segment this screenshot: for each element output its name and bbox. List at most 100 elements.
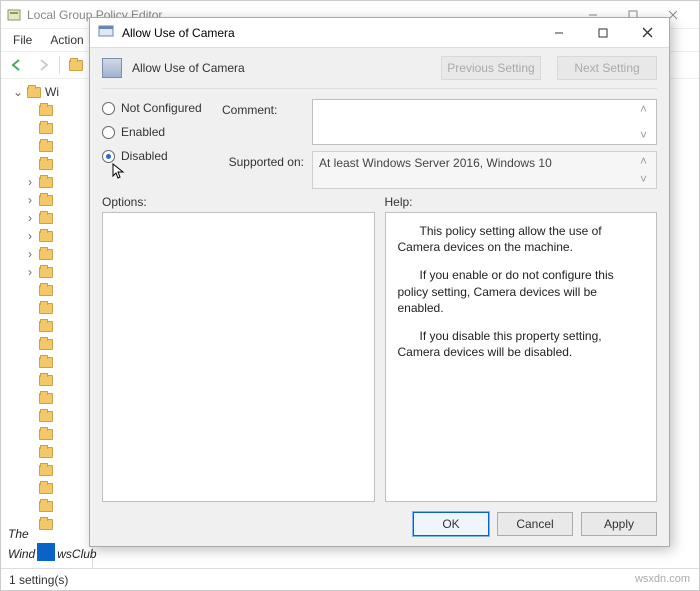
tree-node[interactable] xyxy=(1,443,92,461)
expand-icon[interactable]: › xyxy=(25,211,35,225)
watermark-thewindowsclub: The WindwsClub xyxy=(8,528,97,561)
expand-icon[interactable]: › xyxy=(25,265,35,279)
dialog-title-text: Allow Use of Camera xyxy=(122,26,235,40)
toolbar-folder-icon[interactable] xyxy=(66,55,86,75)
folder-icon xyxy=(39,159,53,170)
comment-textarea[interactable]: ˄˅ xyxy=(312,99,657,145)
tree-node[interactable]: › xyxy=(1,263,92,281)
folder-icon xyxy=(39,303,53,314)
expand-icon[interactable]: › xyxy=(25,193,35,207)
help-paragraph: If you disable this property setting, Ca… xyxy=(398,328,645,360)
folder-icon xyxy=(27,87,41,98)
toolbar-forward-icon[interactable] xyxy=(33,55,53,75)
folder-icon xyxy=(39,393,53,404)
tree-node-root[interactable]: ⌄ Wi xyxy=(1,83,92,101)
toolbar-back-icon[interactable] xyxy=(7,55,27,75)
policy-name: Allow Use of Camera xyxy=(132,61,425,75)
tree-node[interactable] xyxy=(1,335,92,353)
dialog-titlebar[interactable]: Allow Use of Camera xyxy=(90,18,669,48)
dialog-minimize-button[interactable] xyxy=(537,19,581,47)
watermark-line2: WindwsClub xyxy=(8,540,97,561)
tree-node-label: Wi xyxy=(45,85,59,99)
scrollbar[interactable]: ˄˅ xyxy=(640,102,654,142)
folder-icon xyxy=(39,231,53,242)
dialog-header: Allow Use of Camera Previous Setting Nex… xyxy=(90,48,669,84)
help-paragraph: This policy setting allow the use of Cam… xyxy=(398,223,645,255)
policy-icon xyxy=(102,58,122,78)
tree-node[interactable]: › xyxy=(1,245,92,263)
apply-button[interactable]: Apply xyxy=(581,512,657,536)
expand-icon[interactable]: › xyxy=(25,229,35,243)
tree-node[interactable] xyxy=(1,119,92,137)
help-pane: Help: This policy setting allow the use … xyxy=(385,195,658,502)
supported-on-field: Supported on: At least Windows Server 20… xyxy=(222,151,657,189)
tree-node[interactable] xyxy=(1,389,92,407)
toolbar-separator xyxy=(59,56,60,74)
gpedit-statusbar: 1 setting(s) xyxy=(1,568,699,590)
menu-action[interactable]: Action xyxy=(42,31,91,49)
previous-setting-button[interactable]: Previous Setting xyxy=(441,56,541,80)
folder-icon xyxy=(39,411,53,422)
tree-node[interactable]: › xyxy=(1,227,92,245)
folder-icon xyxy=(39,267,53,278)
dialog-maximize-button[interactable] xyxy=(581,19,625,47)
tree-node[interactable]: › xyxy=(1,191,92,209)
supported-on-value: At least Windows Server 2016, Windows 10 xyxy=(319,156,552,170)
tree-node[interactable] xyxy=(1,317,92,335)
policy-dialog: Allow Use of Camera Allow Use of Camera … xyxy=(89,17,670,547)
folder-icon xyxy=(39,123,53,134)
tree-node[interactable] xyxy=(1,299,92,317)
supported-on-box: At least Windows Server 2016, Windows 10… xyxy=(312,151,657,189)
tree-node[interactable] xyxy=(1,425,92,443)
folder-icon xyxy=(39,105,53,116)
scrollbar[interactable]: ˄˅ xyxy=(640,154,654,186)
radio-group: Not Configured Enabled Disabled xyxy=(102,99,222,189)
radio-enabled[interactable]: Enabled xyxy=(102,125,222,139)
help-label: Help: xyxy=(385,195,658,209)
comment-label: Comment: xyxy=(222,99,304,145)
folder-icon xyxy=(39,249,53,260)
dialog-close-button[interactable] xyxy=(625,19,669,47)
cancel-button[interactable]: Cancel xyxy=(497,512,573,536)
tree-node[interactable] xyxy=(1,137,92,155)
dialog-config-area: Not Configured Enabled Disabled Comment:… xyxy=(90,93,669,189)
options-pane: Options: xyxy=(102,195,375,502)
tree-node[interactable] xyxy=(1,479,92,497)
options-box[interactable] xyxy=(102,212,375,502)
folder-icon xyxy=(39,213,53,224)
expand-icon[interactable]: › xyxy=(25,175,35,189)
folder-icon xyxy=(39,447,53,458)
tree-node[interactable] xyxy=(1,407,92,425)
dialog-footer: OK Cancel Apply xyxy=(90,502,669,546)
tree-node[interactable] xyxy=(1,155,92,173)
options-label: Options: xyxy=(102,195,375,209)
radio-label: Not Configured xyxy=(121,101,202,115)
dialog-panes: Options: Help: This policy setting allow… xyxy=(90,189,669,502)
tree-node[interactable] xyxy=(1,353,92,371)
mouse-cursor-icon xyxy=(112,163,126,181)
tree-panel[interactable]: ⌄ Wi // placeholder handled after JSON l… xyxy=(1,81,93,568)
radio-not-configured[interactable]: Not Configured xyxy=(102,101,222,115)
menu-file[interactable]: File xyxy=(5,31,40,49)
radio-disabled[interactable]: Disabled xyxy=(102,149,222,163)
folder-icon xyxy=(39,357,53,368)
watermark-url: wsxdn.com xyxy=(635,573,690,585)
tree-node[interactable] xyxy=(1,371,92,389)
folder-icon xyxy=(39,375,53,386)
expand-icon[interactable]: › xyxy=(25,247,35,261)
dialog-app-icon xyxy=(98,23,114,42)
folder-icon xyxy=(39,177,53,188)
ok-button[interactable]: OK xyxy=(413,512,489,536)
folder-icon xyxy=(39,339,53,350)
tree-node[interactable] xyxy=(1,281,92,299)
tree-node[interactable] xyxy=(1,101,92,119)
tree-node[interactable]: › xyxy=(1,209,92,227)
expand-icon[interactable]: ⌄ xyxy=(13,85,23,99)
tree-node[interactable]: › xyxy=(1,173,92,191)
tree-node[interactable] xyxy=(1,461,92,479)
radio-label: Disabled xyxy=(121,149,168,163)
next-setting-button[interactable]: Next Setting xyxy=(557,56,657,80)
tree-node[interactable] xyxy=(1,497,92,515)
help-box[interactable]: This policy setting allow the use of Cam… xyxy=(385,212,658,502)
folder-icon xyxy=(39,501,53,512)
